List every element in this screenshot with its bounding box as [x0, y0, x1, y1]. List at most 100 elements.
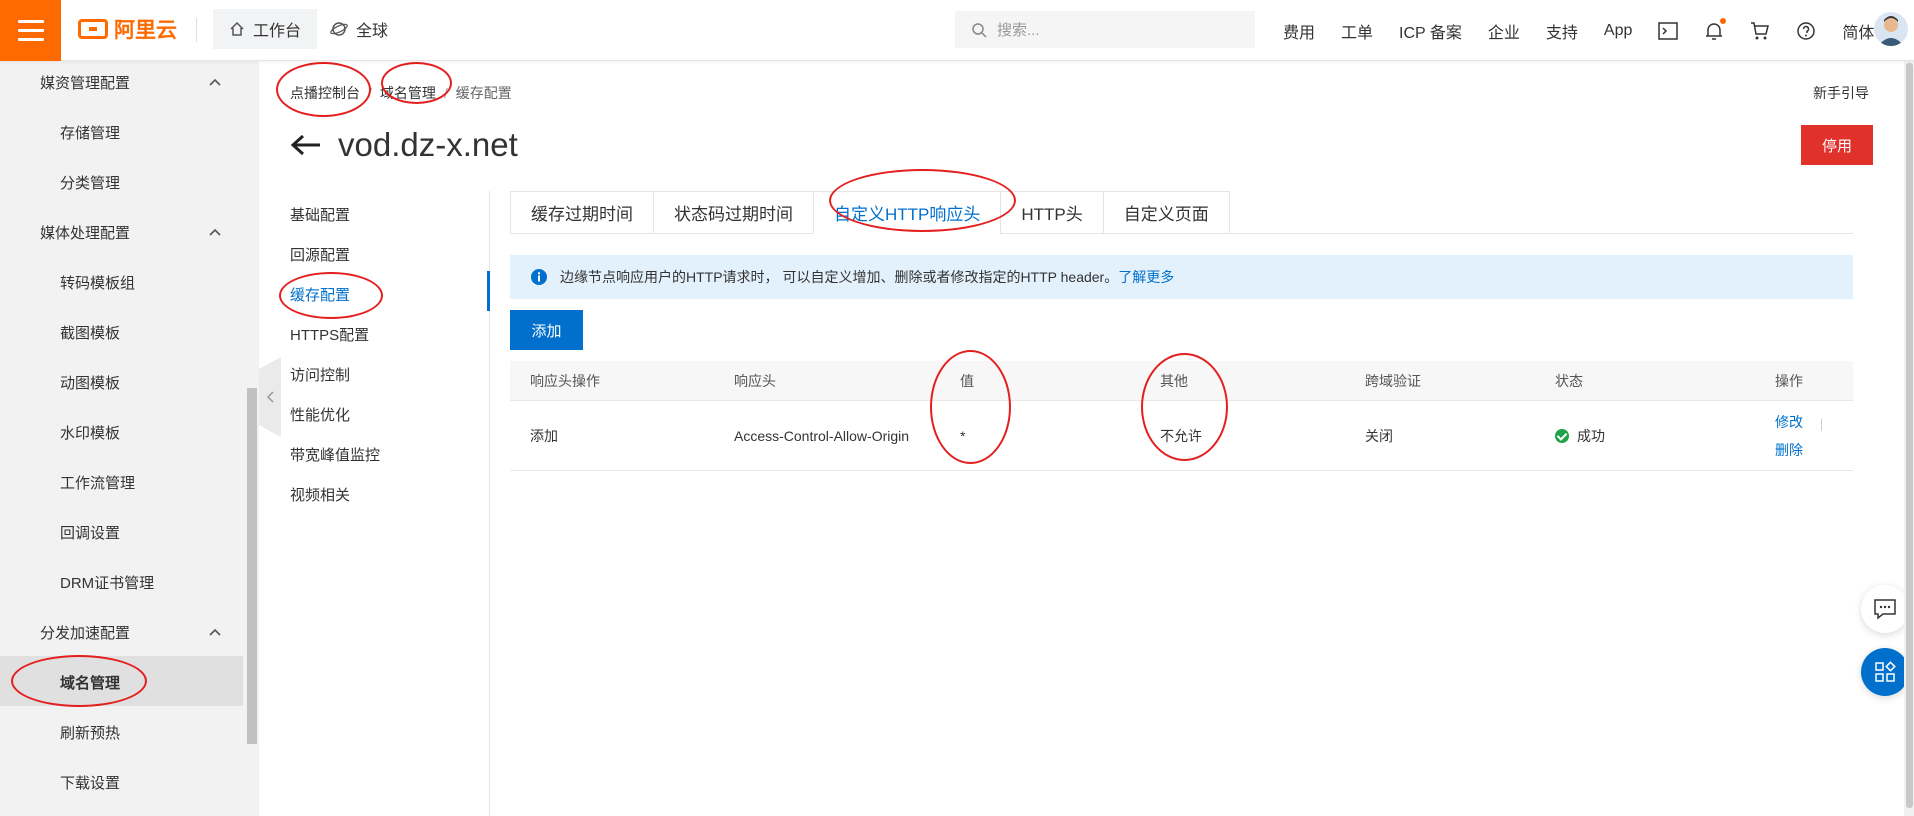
- subnav-origin[interactable]: 回源配置: [290, 244, 350, 265]
- sidebar-item-transcode-templates[interactable]: 转码模板组: [60, 272, 135, 293]
- chat-icon: [1874, 599, 1896, 620]
- subnav-access-control[interactable]: 访问控制: [290, 364, 350, 385]
- info-notice: 边缘节点响应用户的HTTP请求时， 可以自定义增加、删除或者修改指定的HTTP …: [510, 255, 1853, 299]
- chevron-up-icon[interactable]: [208, 75, 222, 89]
- cell-cors: 关闭: [1365, 427, 1393, 444]
- delete-link[interactable]: 删除: [1775, 440, 1803, 460]
- language-switch[interactable]: 简体: [1842, 19, 1874, 43]
- nav-enterprise[interactable]: 企业: [1488, 19, 1520, 43]
- sidebar-group-media-assets[interactable]: 媒资管理配置: [40, 72, 130, 93]
- sidebar-group-cdn[interactable]: 分发加速配置: [40, 622, 130, 643]
- terminal-icon[interactable]: [1658, 21, 1679, 41]
- search-input[interactable]: 搜索...: [955, 11, 1255, 48]
- cell-value: *: [960, 427, 966, 444]
- tab-cache-expiry[interactable]: 缓存过期时间: [510, 191, 653, 234]
- subnav-performance[interactable]: 性能优化: [290, 404, 350, 425]
- sidebar-item-snapshot-templates[interactable]: 截图模板: [60, 322, 120, 343]
- cell-actions: 修改 删除: [1775, 401, 1822, 470]
- edit-link[interactable]: 修改: [1775, 412, 1803, 432]
- sidebar-item-callback[interactable]: 回调设置: [60, 522, 120, 543]
- bell-icon[interactable]: [1704, 17, 1727, 41]
- disable-domain-button[interactable]: 停用: [1801, 125, 1873, 165]
- page-scrollbar-thumb[interactable]: [1906, 63, 1913, 808]
- subnav-cache[interactable]: 缓存配置: [290, 284, 350, 305]
- user-avatar[interactable]: [1874, 12, 1908, 46]
- apps-float-button[interactable]: [1861, 648, 1909, 696]
- sidebar-item-drm[interactable]: DRM证书管理: [60, 572, 154, 593]
- page-header: vod.dz-x.net: [290, 126, 518, 164]
- page-title: vod.dz-x.net: [338, 126, 518, 163]
- info-icon: [531, 269, 547, 285]
- add-header-button[interactable]: 添加: [510, 310, 583, 350]
- chat-float-button[interactable]: [1861, 585, 1909, 633]
- nav-support[interactable]: 支持: [1546, 19, 1578, 43]
- nav-app[interactable]: App: [1604, 22, 1632, 40]
- nav-icp[interactable]: ICP 备案: [1399, 19, 1462, 43]
- column-header: 其他: [1160, 372, 1188, 389]
- subnav-video[interactable]: 视频相关: [290, 484, 350, 505]
- home-icon: [230, 21, 244, 36]
- subnav-bandwidth[interactable]: 带宽峰值监控: [290, 444, 380, 465]
- chevron-up-icon[interactable]: [208, 225, 222, 239]
- column-header: 操作: [1775, 372, 1803, 389]
- sidebar-item-refresh[interactable]: 刷新预热: [60, 722, 120, 743]
- aliyun-logo-icon: [78, 19, 108, 39]
- column-header: 状态: [1555, 372, 1583, 389]
- search-icon: [972, 22, 987, 38]
- sidebar-item-workflow[interactable]: 工作流管理: [60, 472, 135, 493]
- sidebar-item-download[interactable]: 下载设置: [60, 772, 120, 793]
- subnav-https[interactable]: HTTPS配置: [290, 324, 369, 345]
- column-header: 值: [960, 372, 974, 389]
- success-check-icon: [1555, 428, 1569, 443]
- column-header: 跨域验证: [1365, 372, 1421, 389]
- response-header-table: 响应头操作 响应头 值 其他 跨域验证 状态 操作 添加 Access-Cont…: [510, 361, 1853, 471]
- top-bar: 阿里云 工作台 全球 搜索... 费用 工单 ICP 备案 企业 支持 App …: [0, 0, 1914, 61]
- cell-operation: 添加: [530, 427, 558, 444]
- beginner-guide-link[interactable]: 新手引导: [1813, 83, 1869, 103]
- tab-custom-page[interactable]: 自定义页面: [1102, 191, 1230, 234]
- sidebar-collapse-toggle[interactable]: [259, 357, 281, 437]
- cell-header-name: Access-Control-Allow-Origin: [734, 427, 910, 444]
- sidebar-item-domains[interactable]: 域名管理: [60, 672, 120, 693]
- nav-fees[interactable]: 费用: [1283, 19, 1315, 43]
- workbench-button[interactable]: 工作台: [213, 9, 318, 49]
- sidebar-item-watermark-templates[interactable]: 水印模板: [60, 422, 120, 443]
- brand-name: 阿里云: [114, 19, 177, 42]
- region-label: 全球: [356, 23, 389, 40]
- learn-more-link[interactable]: 了解更多: [1118, 269, 1174, 285]
- subnav-basic[interactable]: 基础配置: [290, 204, 350, 225]
- breadcrumb-separator: /: [368, 85, 372, 101]
- active-item-highlight: [0, 656, 243, 706]
- region-selector[interactable]: 全球: [330, 9, 388, 49]
- breadcrumb-current: 缓存配置: [455, 85, 512, 101]
- sidebar-group-media-processing[interactable]: 媒体处理配置: [40, 222, 130, 243]
- breadcrumb-console[interactable]: 点播控制台: [290, 83, 360, 103]
- brand-logo[interactable]: 阿里云: [78, 14, 177, 44]
- sidebar-item-gif-templates[interactable]: 动图模板: [60, 372, 120, 393]
- top-nav: 费用 工单 ICP 备案 企业 支持 App 简体: [1283, 0, 1900, 61]
- back-arrow-icon[interactable]: [290, 133, 322, 157]
- tab-status-code-expiry[interactable]: 状态码过期时间: [653, 191, 813, 234]
- tab-custom-http-response-header[interactable]: 自定义HTTP响应头: [813, 191, 1001, 234]
- breadcrumb-domains[interactable]: 域名管理: [380, 83, 436, 103]
- column-header: 响应头: [734, 372, 776, 389]
- cell-other: 不允许: [1160, 427, 1202, 444]
- help-icon[interactable]: [1796, 21, 1816, 41]
- chevron-left-icon: [266, 391, 274, 403]
- cart-icon[interactable]: [1750, 21, 1770, 41]
- globe-icon: [330, 22, 348, 36]
- hamburger-menu-button[interactable]: [0, 0, 61, 61]
- sidebar-item-category[interactable]: 分类管理: [60, 172, 120, 193]
- menu-line: [17, 29, 44, 32]
- menu-line: [17, 20, 44, 23]
- nav-tickets[interactable]: 工单: [1341, 19, 1373, 43]
- notice-body: 边缘节点响应用户的HTTP请求时， 可以自定义增加、删除或者修改指定的HTTP …: [560, 269, 1119, 285]
- apps-grid-icon: [1875, 661, 1896, 682]
- tab-http-header[interactable]: HTTP头: [1000, 191, 1103, 234]
- menu-line: [17, 38, 44, 41]
- sidebar-scrollbar-thumb[interactable]: [247, 388, 257, 744]
- table-row: 添加 Access-Control-Allow-Origin * 不允许 关闭 …: [510, 401, 1853, 471]
- left-sidebar: 媒资管理配置 存储管理 分类管理 媒体处理配置 转码模板组 截图模板 动图模板 …: [0, 61, 246, 816]
- sidebar-item-storage[interactable]: 存储管理: [60, 122, 120, 143]
- chevron-up-icon[interactable]: [208, 625, 222, 639]
